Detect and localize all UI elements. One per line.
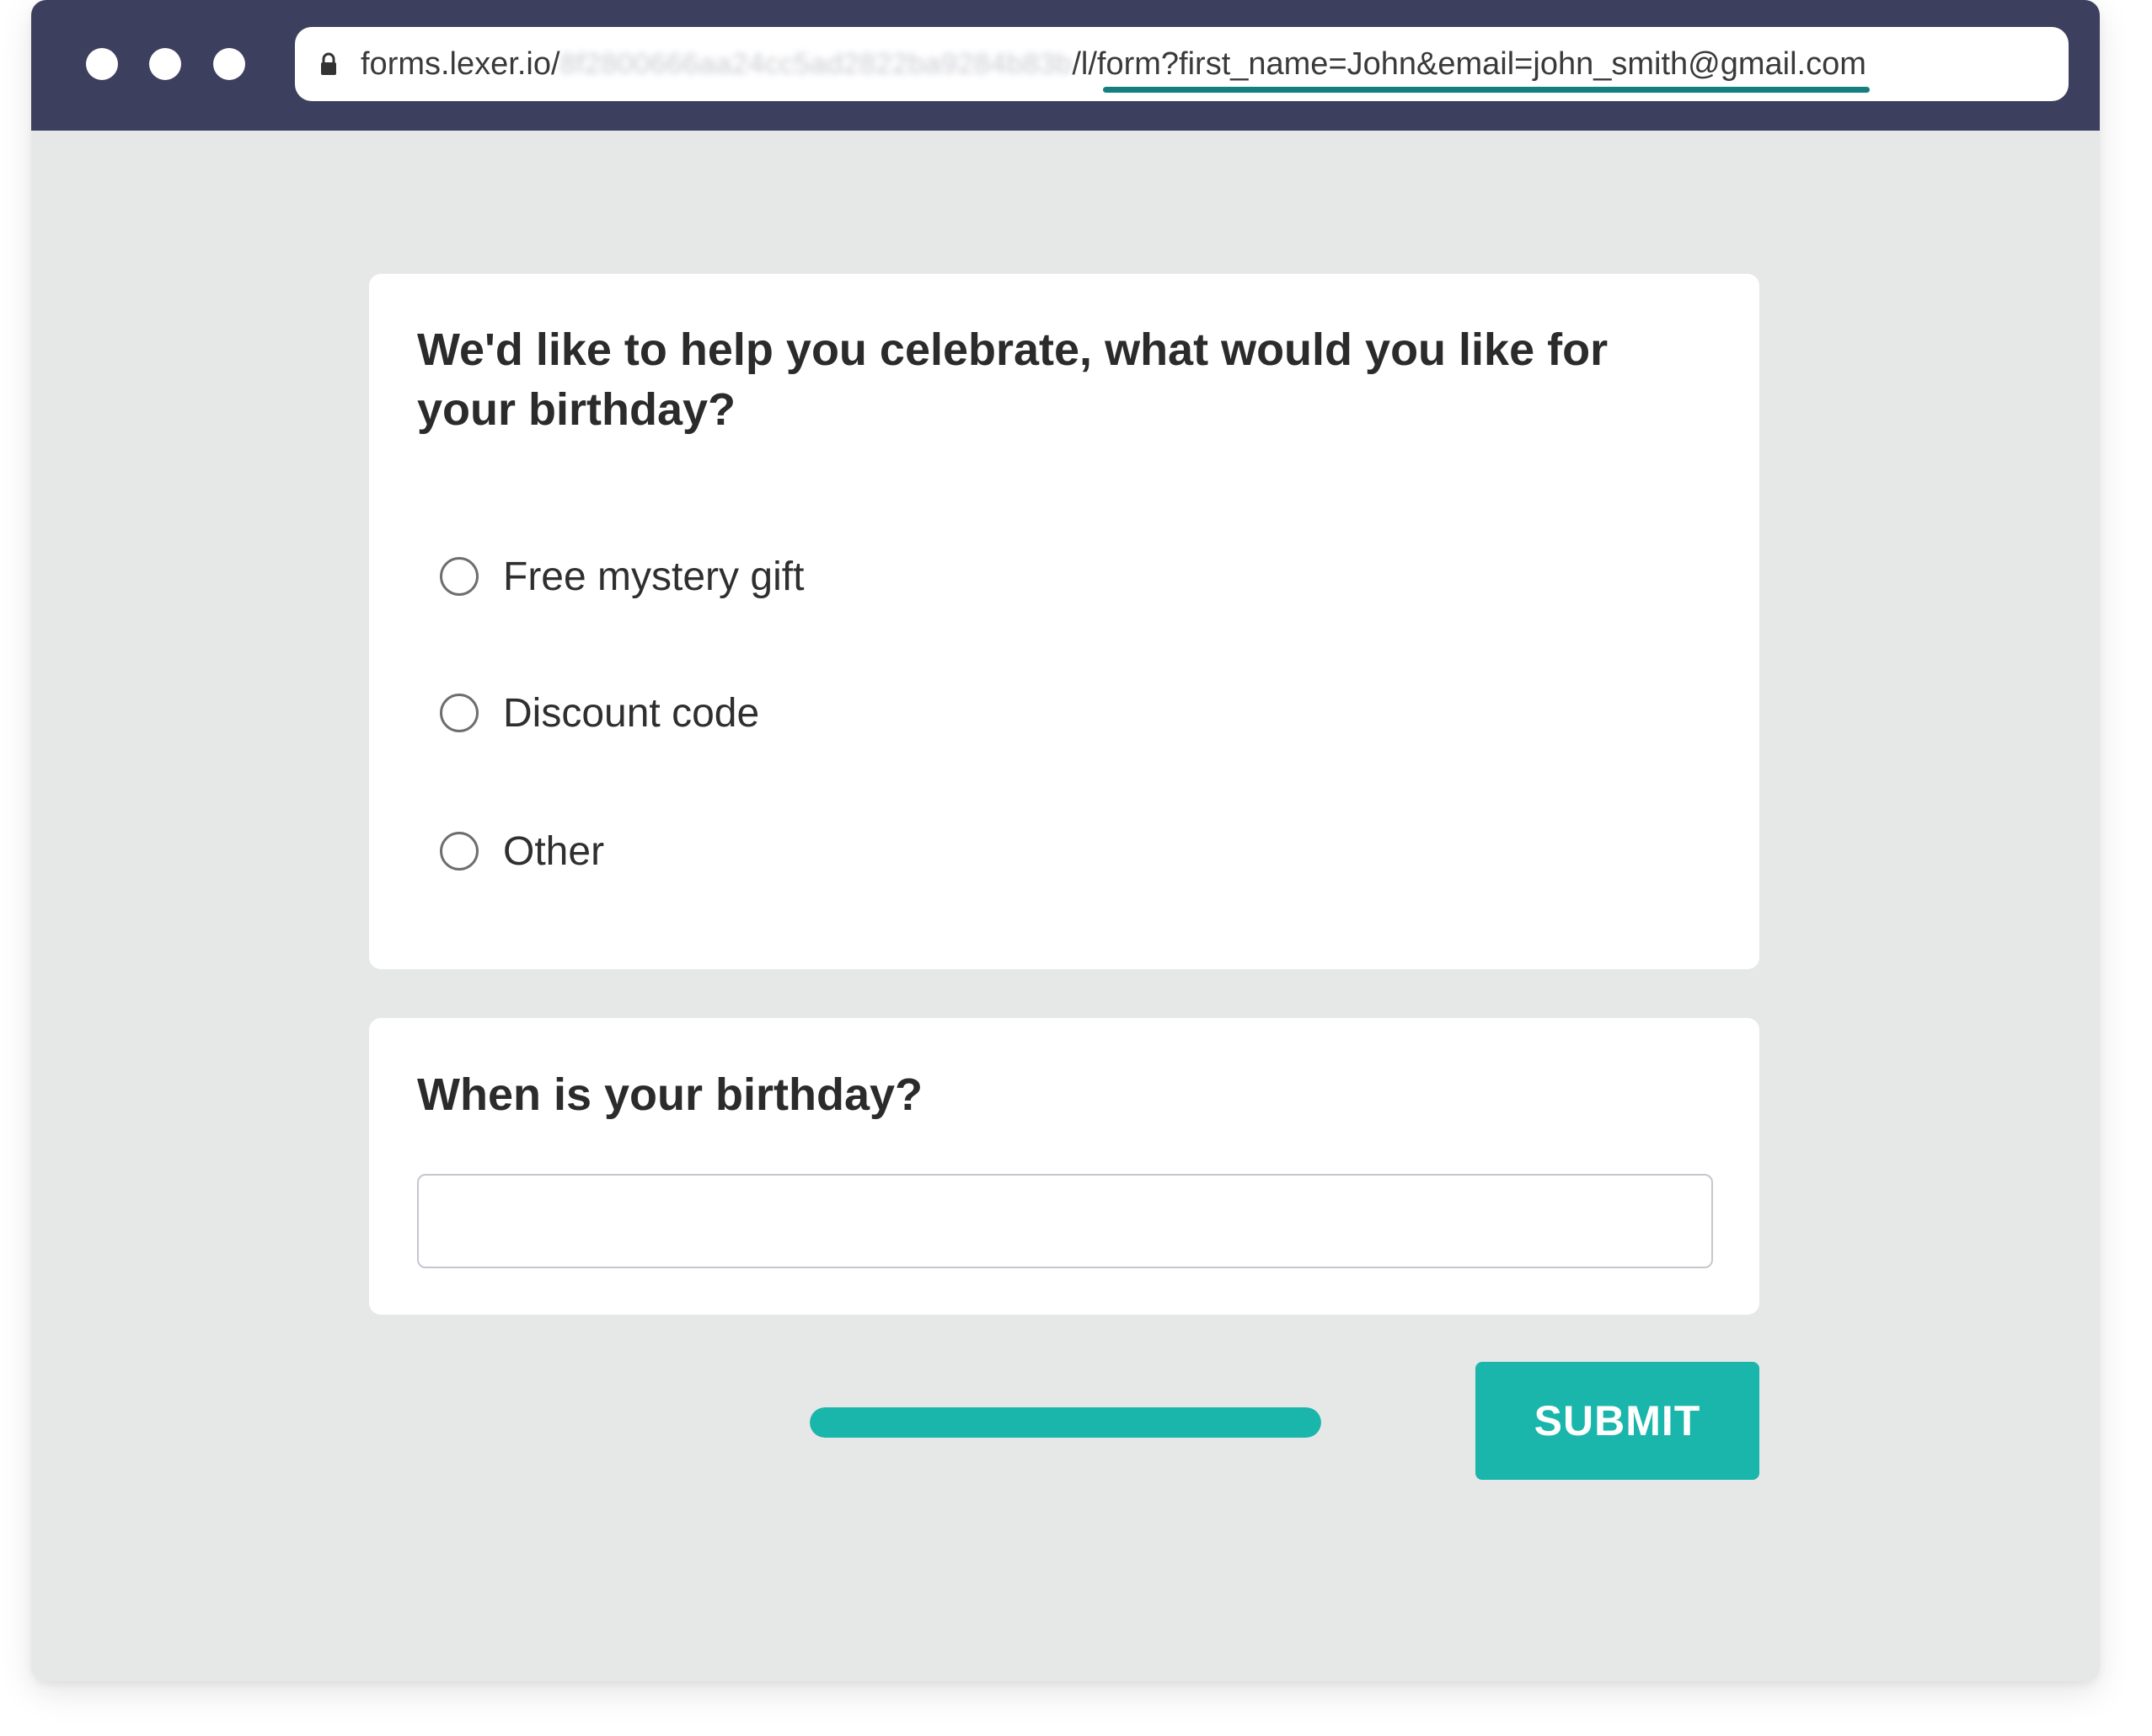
lock-icon: [320, 52, 337, 76]
question-card-gift: We'd like to help you celebrate, what wo…: [369, 274, 1759, 969]
submit-button[interactable]: SUBMIT: [1475, 1362, 1759, 1480]
window-maximize-dot[interactable]: [213, 48, 245, 80]
window-minimize-dot[interactable]: [149, 48, 181, 80]
url-text: forms.lexer.io/ 8f2800666aa24cc5ad2822ba…: [361, 46, 1870, 93]
question-card-birthday: When is your birthday?: [369, 1018, 1759, 1315]
url-query: form?first_name=John&email=john_smith@gm…: [1096, 46, 1870, 93]
option-label: Free mystery gift: [503, 554, 805, 599]
url-query-highlight: [1102, 86, 1870, 93]
option-label: Other: [503, 828, 605, 874]
address-bar[interactable]: forms.lexer.io/ 8f2800666aa24cc5ad2822ba…: [295, 27, 2069, 101]
progress-bar: [810, 1407, 1321, 1438]
question-birthday-title: When is your birthday?: [417, 1069, 923, 1120]
radio-button[interactable]: [440, 832, 479, 871]
option-free-mystery-gift[interactable]: Free mystery gift: [440, 551, 804, 602]
question-gift-title: We'd like to help you celebrate, what wo…: [417, 324, 1609, 435]
birthday-input[interactable]: [417, 1174, 1713, 1268]
browser-titlebar: forms.lexer.io/ 8f2800666aa24cc5ad2822ba…: [31, 0, 2100, 131]
option-label: Discount code: [503, 690, 760, 736]
option-discount-code[interactable]: Discount code: [440, 688, 759, 738]
browser-window: forms.lexer.io/ 8f2800666aa24cc5ad2822ba…: [31, 0, 2100, 1681]
option-other[interactable]: Other: [440, 826, 604, 876]
progress-fill: [810, 1407, 1321, 1438]
radio-button[interactable]: [440, 557, 479, 596]
form-page: We'd like to help you celebrate, what wo…: [31, 131, 2100, 1681]
url-redacted-id: 8f2800666aa24cc5ad2822ba9284b83b: [559, 47, 1073, 80]
url-domain: forms.lexer.io/: [361, 46, 560, 82]
url-query-text: form?first_name=John&email=john_smith@gm…: [1096, 46, 1866, 82]
radio-button[interactable]: [440, 694, 479, 732]
url-path: /l/: [1072, 46, 1097, 82]
window-close-dot[interactable]: [86, 48, 118, 80]
